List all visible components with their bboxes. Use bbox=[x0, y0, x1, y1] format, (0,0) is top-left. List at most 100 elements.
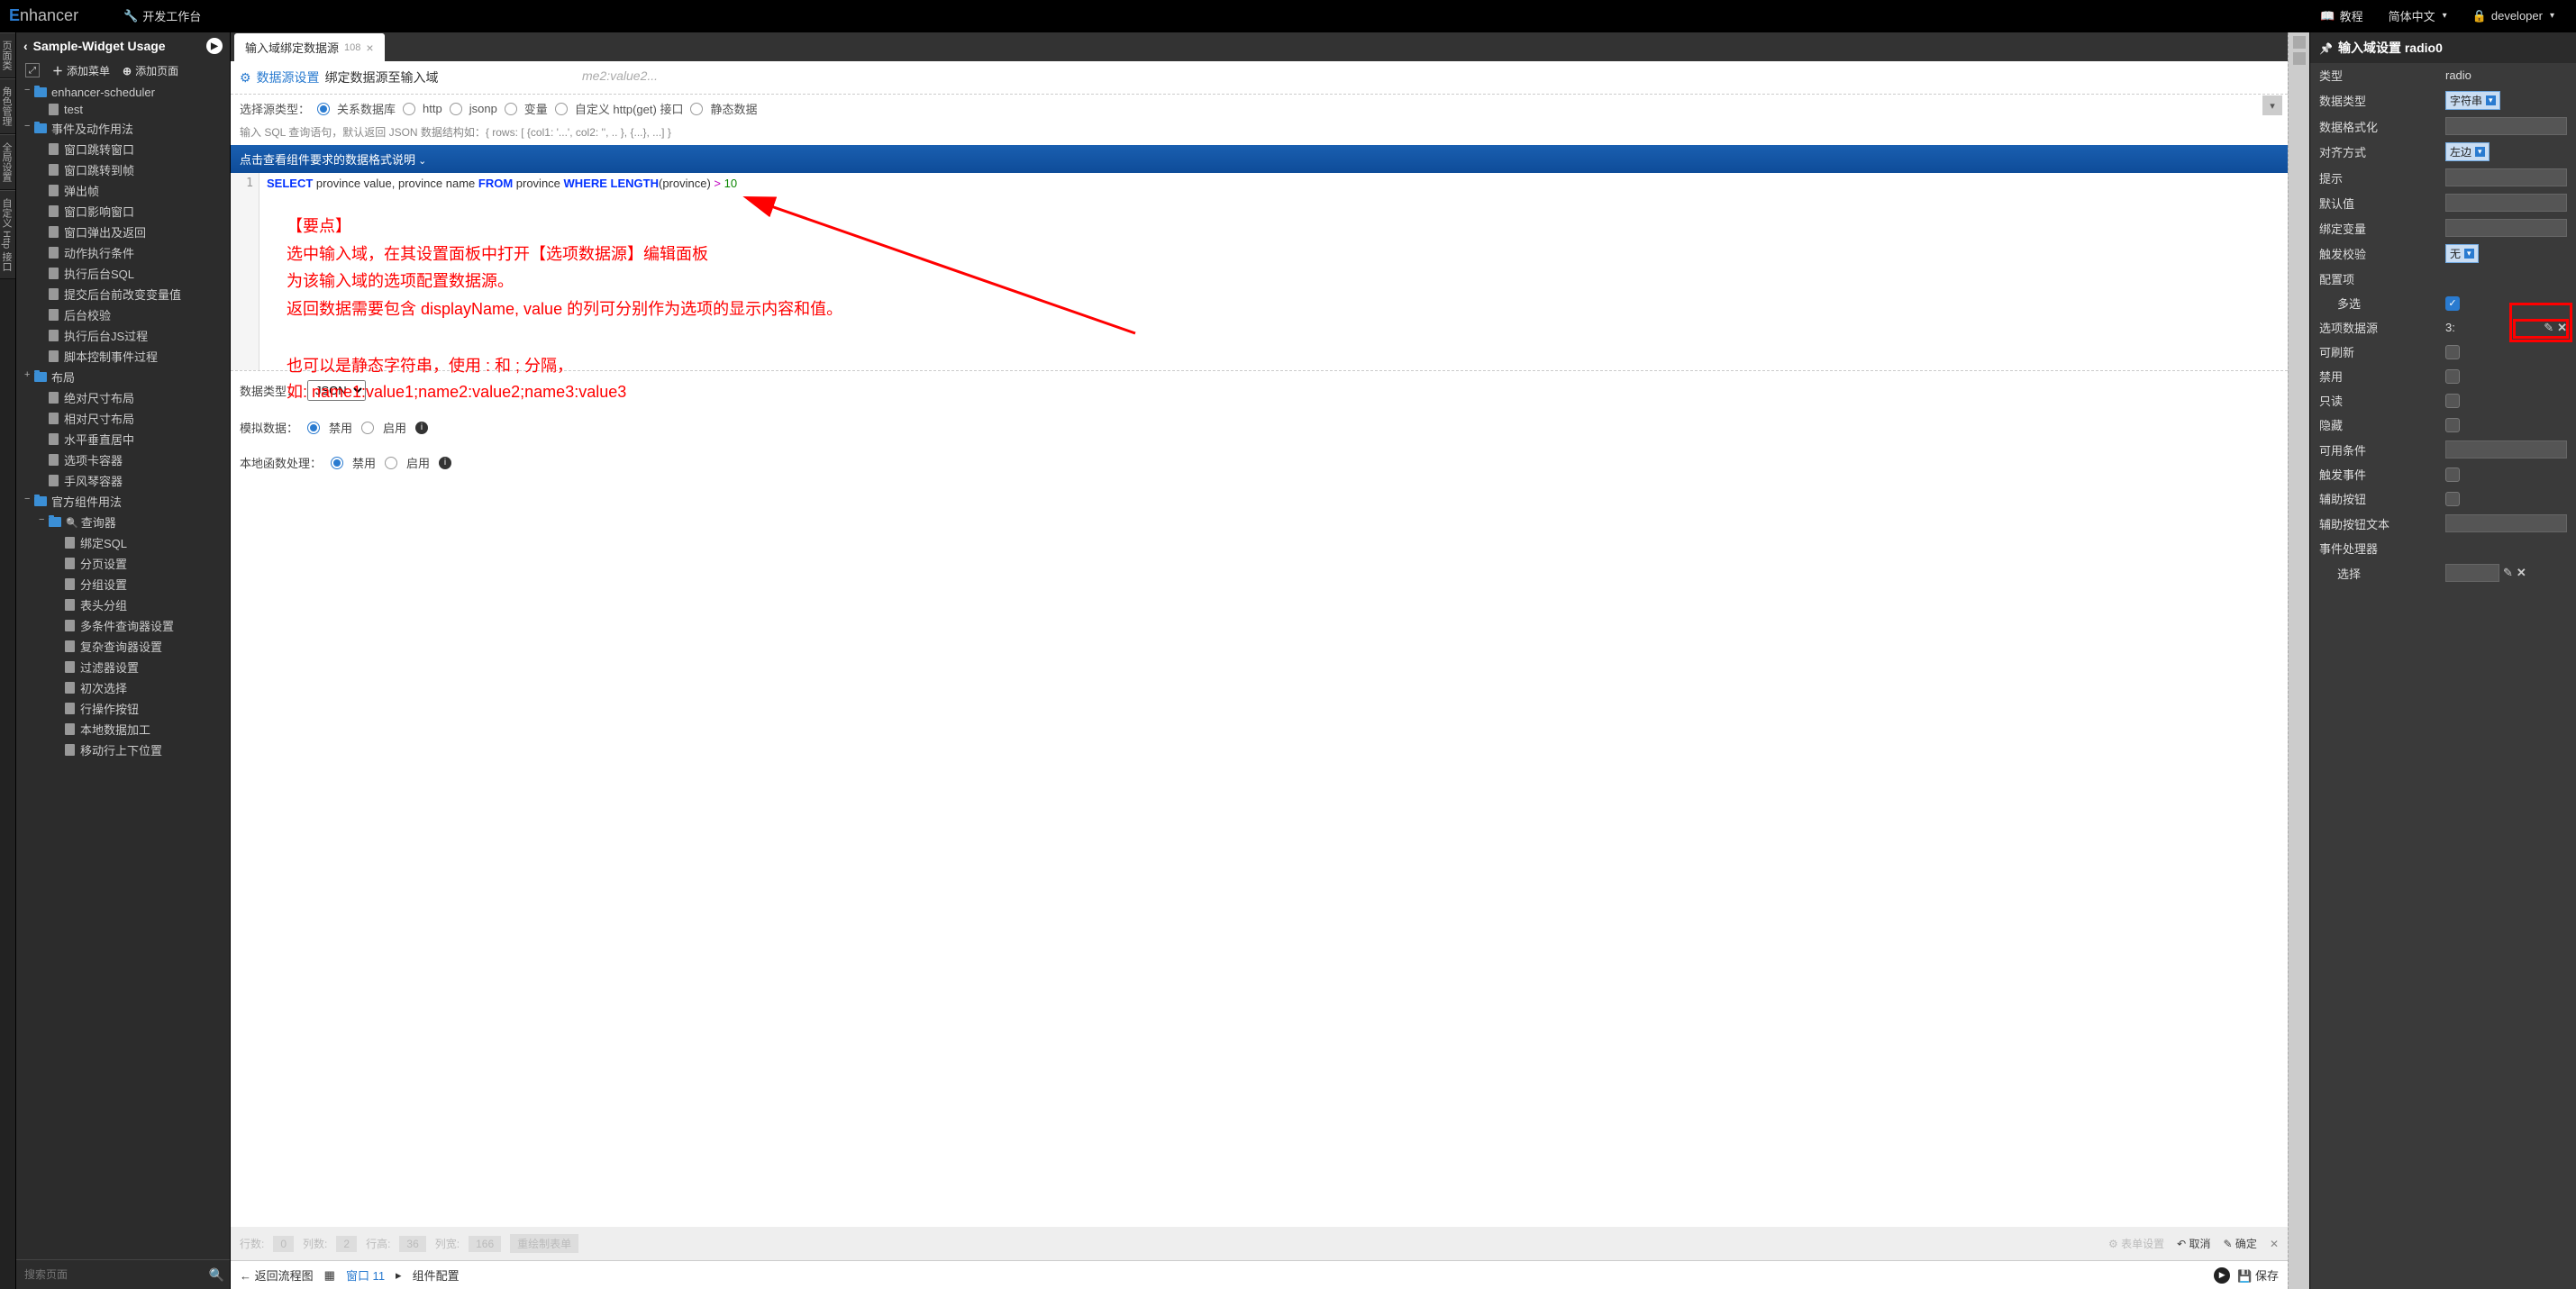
tutorial-link[interactable]: 📖教程 bbox=[2307, 7, 2375, 24]
play-icon[interactable]: ▶ bbox=[2214, 1267, 2230, 1284]
tree-folder[interactable]: 事件及动作用法 bbox=[16, 118, 230, 139]
user-menu[interactable]: 🔒developer bbox=[2460, 9, 2567, 23]
prop-input[interactable] bbox=[2445, 194, 2567, 212]
tree-file[interactable]: 绑定SQL bbox=[16, 532, 230, 553]
tree-file[interactable]: 多条件查询器设置 bbox=[16, 615, 230, 636]
play-icon[interactable]: ▶ bbox=[206, 38, 223, 54]
tree-file[interactable]: 本地数据加工 bbox=[16, 719, 230, 740]
prop-select[interactable]: 字符串 bbox=[2445, 91, 2500, 110]
tree-file[interactable]: 相对尺寸布局 bbox=[16, 408, 230, 429]
prop-checkbox[interactable] bbox=[2445, 369, 2460, 384]
add-menu-button[interactable]: ＋添加菜单 bbox=[52, 63, 110, 78]
tree-file[interactable]: 窗口跳转到帧 bbox=[16, 159, 230, 180]
search-icon[interactable]: 🔍 bbox=[209, 1267, 224, 1283]
redraw-button[interactable]: 重绘制表单 bbox=[510, 1234, 578, 1253]
ok-button[interactable]: ✎ 确定 bbox=[2224, 1236, 2257, 1251]
tree-file[interactable]: 后台校验 bbox=[16, 304, 230, 325]
prop-select[interactable]: 左边 bbox=[2445, 142, 2490, 161]
search-input[interactable] bbox=[22, 1266, 209, 1284]
info-icon[interactable]: i bbox=[415, 422, 428, 434]
tree-file[interactable]: 动作执行条件 bbox=[16, 242, 230, 263]
pencil-icon[interactable] bbox=[2503, 566, 2513, 580]
source-radio[interactable] bbox=[505, 103, 517, 115]
tree-file[interactable]: 分组设置 bbox=[16, 574, 230, 595]
tree-file[interactable]: 弹出帧 bbox=[16, 180, 230, 201]
prop-input[interactable] bbox=[2445, 440, 2567, 458]
workbench-link[interactable]: 🔧开发工作台 bbox=[114, 7, 210, 24]
source-radio[interactable] bbox=[450, 103, 462, 115]
tree-folder[interactable]: 布局 bbox=[16, 367, 230, 387]
source-radio[interactable] bbox=[555, 103, 568, 115]
stub-icon[interactable] bbox=[2293, 36, 2306, 49]
format-banner[interactable]: 点击查看组件要求的数据格式说明 bbox=[231, 145, 2288, 173]
tree-file[interactable]: 窗口影响窗口 bbox=[16, 201, 230, 222]
window-link[interactable]: 窗口 11 bbox=[346, 1266, 385, 1284]
crumb-link[interactable]: 数据源设置 bbox=[257, 68, 320, 86]
pin-icon[interactable] bbox=[2319, 41, 2333, 55]
tree-file[interactable]: 移动行上下位置 bbox=[16, 740, 230, 760]
tree-file[interactable]: 表头分组 bbox=[16, 595, 230, 615]
info-icon[interactable]: i bbox=[439, 457, 451, 469]
source-radio[interactable] bbox=[403, 103, 415, 115]
tree-file[interactable]: 执行后台JS过程 bbox=[16, 325, 230, 346]
chevron-left-icon[interactable]: ‹ bbox=[23, 39, 28, 53]
tree-file[interactable]: 窗口弹出及返回 bbox=[16, 222, 230, 242]
x-icon[interactable] bbox=[2557, 321, 2567, 335]
prop-input[interactable] bbox=[2445, 168, 2567, 186]
back-button[interactable]: 返回流程图 bbox=[240, 1266, 314, 1284]
x-icon[interactable] bbox=[2517, 566, 2526, 580]
prop-input[interactable] bbox=[2445, 564, 2499, 582]
localfn-enable-radio[interactable] bbox=[385, 457, 397, 469]
vtab-http[interactable]: 自定义 Http 接口 bbox=[0, 190, 15, 279]
prop-checkbox[interactable] bbox=[2445, 345, 2460, 359]
prop-select[interactable]: 无 bbox=[2445, 244, 2479, 263]
tree-folder[interactable]: 官方组件用法 bbox=[16, 491, 230, 512]
tab-active[interactable]: 输入域绑定数据源 108 × bbox=[234, 33, 385, 61]
tree-file[interactable]: 提交后台前改变变量值 bbox=[16, 284, 230, 304]
localfn-disable-radio[interactable] bbox=[331, 457, 343, 469]
tree-file[interactable]: 水平垂直居中 bbox=[16, 429, 230, 449]
add-page-button[interactable]: ⊕添加页面 bbox=[123, 63, 178, 78]
pencil-icon[interactable] bbox=[2544, 321, 2553, 335]
close-icon[interactable]: × bbox=[366, 41, 373, 55]
prop-input[interactable] bbox=[2445, 514, 2567, 532]
tree-folder[interactable]: 查询器 bbox=[16, 512, 230, 532]
tree-file[interactable]: 脚本控制事件过程 bbox=[16, 346, 230, 367]
tree-file[interactable]: 窗口跳转窗口 bbox=[16, 139, 230, 159]
close-icon[interactable]: ✕ bbox=[2270, 1238, 2279, 1250]
prop-input[interactable] bbox=[2445, 219, 2567, 237]
tree-folder[interactable]: enhancer-scheduler bbox=[16, 84, 230, 101]
mock-disable-radio[interactable] bbox=[307, 422, 320, 434]
prop-checkbox[interactable] bbox=[2445, 296, 2460, 311]
tree-file[interactable]: 分页设置 bbox=[16, 553, 230, 574]
expand-icon[interactable]: ⤢ bbox=[25, 63, 40, 77]
prop-checkbox[interactable] bbox=[2445, 418, 2460, 432]
code-content[interactable]: SELECT province value, province name FRO… bbox=[259, 173, 2288, 370]
source-radio[interactable] bbox=[317, 103, 330, 115]
tree-file[interactable]: 选项卡容器 bbox=[16, 449, 230, 470]
tree-file[interactable]: 过滤器设置 bbox=[16, 657, 230, 677]
prop-checkbox[interactable] bbox=[2445, 492, 2460, 506]
prop-input[interactable] bbox=[2445, 117, 2567, 135]
language-select[interactable]: 简体中文 bbox=[2376, 7, 2460, 24]
tree-file[interactable]: 手风琴容器 bbox=[16, 470, 230, 491]
tree-file[interactable]: 复杂查询器设置 bbox=[16, 636, 230, 657]
tree-file[interactable]: 执行后台SQL bbox=[16, 263, 230, 284]
code-editor[interactable]: 1 SELECT province value, province name F… bbox=[231, 173, 2288, 371]
cancel-button[interactable]: ↶ 取消 bbox=[2177, 1236, 2210, 1251]
form-settings-button[interactable]: ⚙ 表单设置 bbox=[2108, 1236, 2164, 1251]
vtab-role[interactable]: 角色管理 bbox=[0, 78, 15, 134]
tree-file[interactable]: 行操作按钮 bbox=[16, 698, 230, 719]
tree-file[interactable]: test bbox=[16, 101, 230, 118]
stub-icon[interactable] bbox=[2293, 52, 2306, 65]
save-button[interactable]: 💾 保存 bbox=[2237, 1266, 2279, 1284]
prop-checkbox[interactable] bbox=[2445, 394, 2460, 408]
mock-enable-radio[interactable] bbox=[361, 422, 374, 434]
prop-checkbox[interactable] bbox=[2445, 467, 2460, 482]
source-radio[interactable] bbox=[690, 103, 703, 115]
vtab-global[interactable]: 全局设置 bbox=[0, 134, 15, 190]
float-btn-1[interactable]: ▾ bbox=[2262, 95, 2282, 115]
tree-file[interactable]: 初次选择 bbox=[16, 677, 230, 698]
tree-file[interactable]: 绝对尺寸布局 bbox=[16, 387, 230, 408]
vtab-page[interactable]: 页面类 bbox=[0, 32, 15, 78]
